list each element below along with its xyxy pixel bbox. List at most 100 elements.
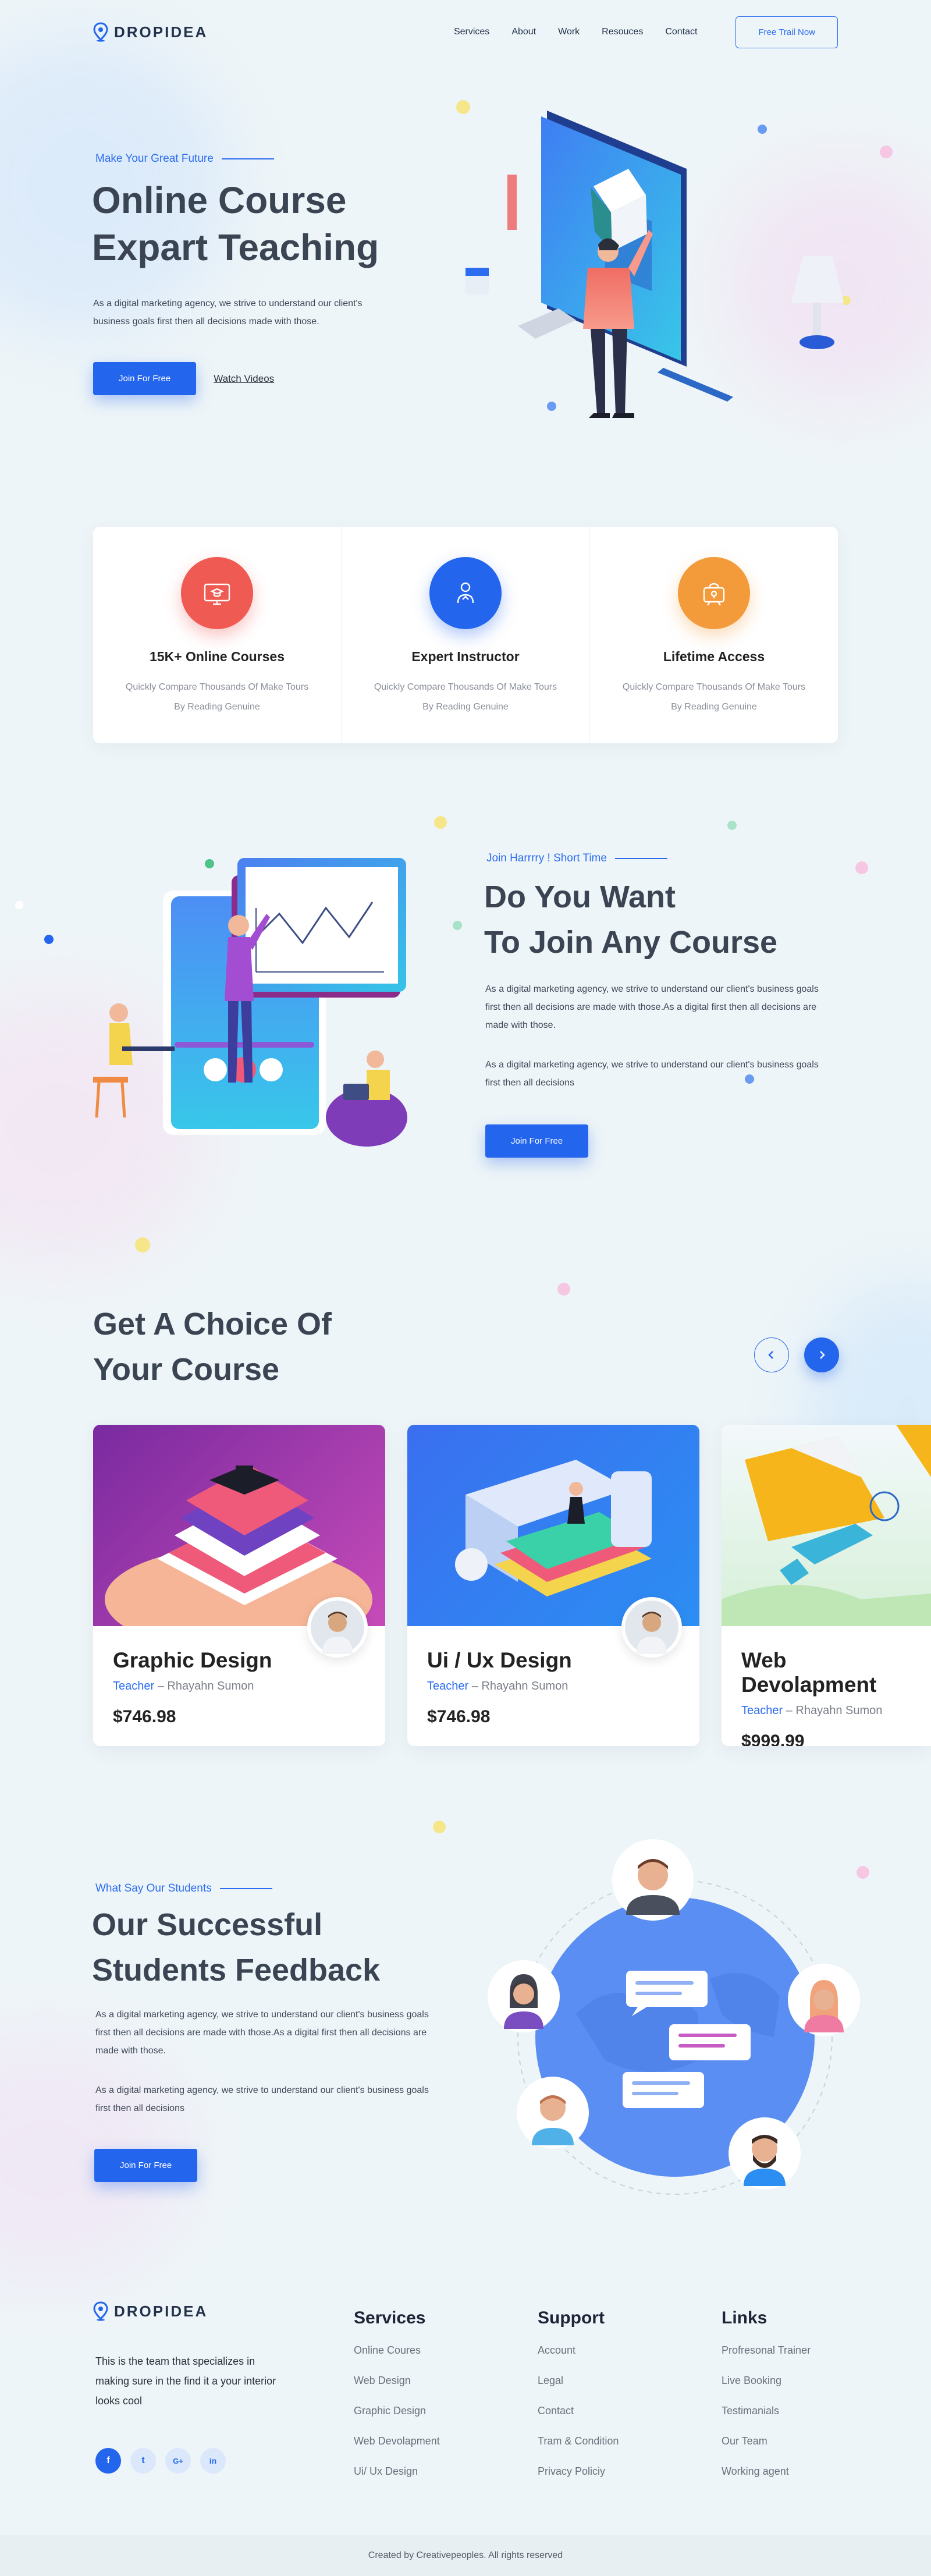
nav-links: Services About Work Resouces Contact Fre… <box>454 16 838 48</box>
footer-link[interactable]: Testimanials <box>722 2405 811 2417</box>
features-panel: 15K+ Online Courses Quickly Compare Thou… <box>93 527 838 743</box>
slider-prev-button[interactable] <box>754 1337 789 1372</box>
course-price: $746.98 <box>427 1707 491 1726</box>
facebook-icon[interactable]: f <box>95 2448 121 2474</box>
feedback-title: Our Successful Students Feedback <box>92 1902 380 1993</box>
footer-link[interactable]: Profresonal Trainer <box>722 2344 811 2357</box>
footer-about: This is the team that specializes in mak… <box>95 2355 276 2407</box>
eyebrow-line <box>219 1888 272 1889</box>
google-plus-glyph: G+ <box>173 2456 183 2465</box>
feature-online-courses: 15K+ Online Courses Quickly Compare Thou… <box>93 527 342 743</box>
nav-link-work[interactable]: Work <box>558 27 580 37</box>
free-trial-button[interactable]: Free Trail Now <box>735 16 838 48</box>
join-title: Do You Want To Join Any Course <box>484 874 777 966</box>
course-image <box>93 1425 385 1626</box>
course-title: Ui / Ux Design <box>427 1648 572 1672</box>
feedback-title-line1: Our Successful <box>92 1907 323 1942</box>
logo-text: DROPIDEA <box>114 2302 208 2320</box>
footer-col-links: Links Profresonal Trainer Live Booking T… <box>722 2308 811 2496</box>
course-teacher: Teacher – Rhayahn Sumon <box>427 1680 568 1693</box>
nav-link-contact[interactable]: Contact <box>665 27 697 37</box>
course-title: Web Devolapment <box>741 1648 877 1697</box>
hero-eyebrow-text: Make Your Great Future <box>95 152 214 165</box>
course-card-web-development[interactable]: Web Devolapment Teacher – Rhayahn Sumon … <box>722 1425 931 1746</box>
footer-link[interactable]: Privacy Policiy <box>538 2465 619 2478</box>
hero-title: Online Course Expart Teaching <box>92 177 379 271</box>
teacher-label: Teacher <box>113 1680 155 1693</box>
course-card-body: Ui / Ux Design Teacher – Rhayahn Sumon $… <box>407 1626 699 1743</box>
teacher-name: Rhayahn Sumon <box>167 1680 254 1693</box>
feature-title: Lifetime Access <box>663 649 765 664</box>
courses-title-line1: Get A Choice Of <box>93 1307 332 1342</box>
course-image <box>407 1425 699 1626</box>
google-plus-icon[interactable]: G+ <box>165 2448 191 2474</box>
teacher-name: Rhayahn Sumon <box>795 1704 883 1717</box>
hero-illustration <box>466 111 844 418</box>
join-eyebrow-text: Join Harrrry ! Short Time <box>486 852 607 864</box>
hero-join-button[interactable]: Join For Free <box>93 362 197 395</box>
feature-desc: Quickly Compare Thousands Of Make Tours … <box>622 682 806 712</box>
footer-logo[interactable]: DROPIDEA <box>93 2301 208 2321</box>
footer-col-support: Support Account Legal Contact Tram & Con… <box>538 2308 619 2496</box>
logo[interactable]: DROPIDEA <box>93 22 208 42</box>
footer-link[interactable]: Web Devolapment <box>354 2435 440 2447</box>
feature-title: Expert Instructor <box>411 649 520 664</box>
feature-icon-wrap <box>181 557 253 629</box>
feedback-para2-text: As a digital marketing agency, we strive… <box>95 2085 429 2114</box>
course-card-body: Graphic Design Teacher – Rhayahn Sumon $… <box>93 1626 385 1743</box>
footer-link[interactable]: Account <box>538 2344 619 2357</box>
footer-col-title: Services <box>354 2308 426 2327</box>
nav-link-services[interactable]: Services <box>454 27 489 37</box>
footer-link[interactable]: Live Booking <box>722 2375 811 2387</box>
feature-expert-instructor: Expert Instructor Quickly Compare Thousa… <box>342 527 590 743</box>
footer-col-title: Links <box>722 2308 767 2327</box>
location-pin-logo-icon <box>93 22 108 42</box>
footer-col-title: Support <box>538 2308 605 2327</box>
feedback-eyebrow-text: What Say Our Students <box>95 1882 212 1894</box>
footer-link[interactable]: Contact <box>538 2405 619 2417</box>
courses-title: Get A Choice Of Your Course <box>93 1301 332 1393</box>
chevron-right-icon <box>820 1351 825 1359</box>
course-teacher: Teacher – Rhayahn Sumon <box>741 1704 883 1717</box>
join-free-button[interactable]: Join For Free <box>485 1124 589 1158</box>
feedback-title-line2: Students Feedback <box>92 1953 381 1988</box>
nav-link-about[interactable]: About <box>511 27 536 37</box>
hero-desc-line2: business goals first then all decisions … <box>93 317 319 327</box>
feature-title: 15K+ Online Courses <box>150 649 285 664</box>
facebook-glyph: f <box>106 2456 110 2465</box>
copyright-text: Created by Creativepeoples. All rights r… <box>368 2550 563 2560</box>
footer-link[interactable]: Working agent <box>722 2465 811 2478</box>
feature-icon-wrap <box>678 557 750 629</box>
linkedin-icon[interactable]: in <box>200 2448 226 2474</box>
footer-link[interactable]: Web Design <box>354 2375 440 2387</box>
feedback-join-button[interactable]: Join For Free <box>94 2149 198 2182</box>
hero-description: As a digital marketing agency, we strive… <box>93 294 363 331</box>
footer-link[interactable]: Ui/ Ux Design <box>354 2465 440 2478</box>
course-card-graphic-design[interactable]: Graphic Design Teacher – Rhayahn Sumon $… <box>93 1425 385 1746</box>
join-para1-text: As a digital marketing agency, we strive… <box>485 984 819 1031</box>
copyright-bar: Created by Creativepeoples. All rights r… <box>0 2535 931 2576</box>
social-links: f t G+ in <box>95 2448 226 2474</box>
nav-link-resources[interactable]: Resouces <box>602 27 643 37</box>
footer-link[interactable]: Graphic Design <box>354 2405 440 2417</box>
twitter-glyph: t <box>141 2456 145 2465</box>
watch-videos-link[interactable]: Watch Videos <box>214 373 274 385</box>
footer-link[interactable]: Legal <box>538 2375 619 2387</box>
join-actions: Join For Free <box>485 1124 589 1158</box>
course-card-ui-ux-design[interactable]: Ui / Ux Design Teacher – Rhayahn Sumon $… <box>407 1425 699 1746</box>
feature-lifetime-access: Lifetime Access Quickly Compare Thousand… <box>590 527 838 743</box>
teacher-name: Rhayahn Sumon <box>481 1680 568 1693</box>
join-title-line2: To Join Any Course <box>484 925 778 960</box>
join-title-line1: Do You Want <box>484 879 676 914</box>
footer-col-services: Services Online Coures Web Design Graphi… <box>354 2308 440 2496</box>
courses-title-line2: Your Course <box>93 1352 280 1388</box>
footer-link[interactable]: Tram & Condition <box>538 2435 619 2447</box>
join-para1: As a digital marketing agency, we strive… <box>485 980 834 1035</box>
footer-link[interactable]: Online Coures <box>354 2344 440 2357</box>
feedback-actions: Join For Free <box>94 2149 198 2182</box>
footer-link[interactable]: Our Team <box>722 2435 811 2447</box>
course-card-body: Web Devolapment Teacher – Rhayahn Sumon … <box>722 1626 931 1746</box>
twitter-icon[interactable]: t <box>130 2448 156 2474</box>
slider-next-button[interactable] <box>804 1337 839 1372</box>
monitor-graduation-icon <box>204 583 230 605</box>
